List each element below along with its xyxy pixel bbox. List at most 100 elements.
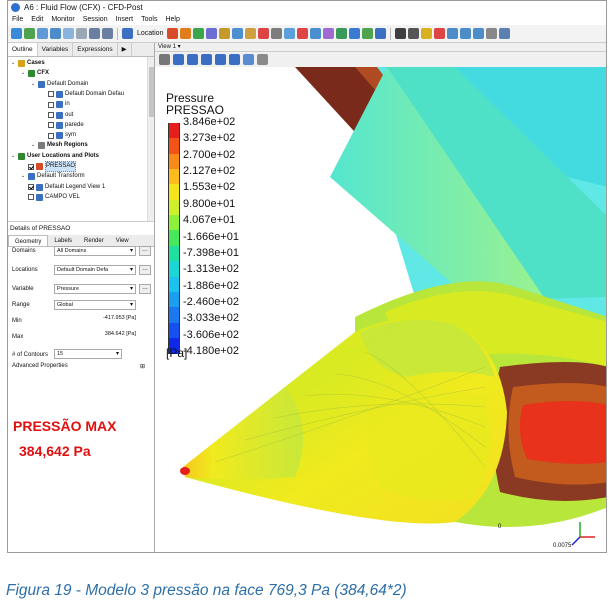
tree-scrollbar[interactable] — [147, 57, 154, 221]
menu-help[interactable]: Help — [165, 14, 179, 25]
streamline-icon[interactable] — [193, 28, 205, 39]
text-icon[interactable] — [232, 28, 244, 39]
variable-icon[interactable] — [310, 28, 322, 39]
contour-icon[interactable] — [180, 28, 192, 39]
expand-arrow-icon[interactable]: ⌄ — [31, 141, 36, 150]
quantitative-icon[interactable] — [447, 28, 459, 39]
tree-item[interactable]: ⌄ User Locations and Plots — [11, 152, 99, 161]
tree-item[interactable]: out — [41, 111, 73, 120]
instance-transform-icon[interactable] — [271, 28, 283, 39]
visibility-checkbox[interactable] — [28, 184, 34, 191]
fit-view-icon[interactable] — [229, 54, 240, 65]
location-menu[interactable]: Location — [137, 30, 163, 37]
sync-view-icon[interactable] — [257, 54, 268, 65]
range-select[interactable]: Global — [54, 300, 136, 310]
visibility-checkbox[interactable] — [48, 91, 54, 98]
advanced-properties[interactable]: Advanced Properties — [12, 363, 68, 369]
variable-browse-button[interactable]: … — [139, 284, 151, 294]
select-icon[interactable] — [159, 54, 170, 65]
location-icon[interactable] — [122, 28, 133, 39]
tab-outline[interactable]: Outline — [8, 43, 38, 56]
print-icon[interactable] — [76, 28, 87, 39]
tab-scroll-right[interactable]: ▶ — [118, 43, 132, 56]
variable-select[interactable]: Pressure — [54, 284, 136, 294]
tree-item[interactable]: ⌄ Default Domain — [31, 80, 88, 89]
menu-monitor[interactable]: Monitor — [51, 14, 74, 25]
tree-item[interactable]: ⌄ CFX — [21, 69, 49, 78]
expand-arrow-icon[interactable]: ⌄ — [21, 172, 26, 181]
color-map-icon[interactable] — [297, 28, 309, 39]
animation-icon[interactable] — [460, 28, 472, 39]
tree-item[interactable]: Default Domain Defau — [41, 90, 124, 99]
macro-calculator-icon[interactable] — [408, 28, 420, 39]
tab-view[interactable]: View — [110, 235, 135, 246]
tab-labels[interactable]: Labels — [48, 235, 78, 246]
tree-item[interactable]: ⌄ Default Transform — [21, 172, 85, 181]
volume-rendering-icon[interactable] — [219, 28, 231, 39]
expression-icon[interactable] — [323, 28, 335, 39]
save-state-icon[interactable] — [50, 28, 61, 39]
locations-select[interactable]: Default Domain Defa — [54, 265, 136, 275]
tree-item[interactable]: in — [41, 100, 70, 109]
table-icon[interactable] — [336, 28, 348, 39]
tree-item[interactable]: sym — [41, 131, 76, 140]
figure-icon[interactable] — [375, 28, 387, 39]
viewer-icon[interactable] — [499, 28, 511, 39]
timestep-icon[interactable] — [473, 28, 485, 39]
new-state-icon[interactable] — [11, 28, 22, 39]
expand-arrow-icon[interactable]: ⌄ — [31, 80, 36, 89]
domains-browse-button[interactable]: … — [139, 246, 151, 256]
function-calculator-icon[interactable] — [395, 28, 407, 39]
coordinate-frame-icon[interactable] — [245, 28, 257, 39]
contours-spinbox[interactable]: 15 — [54, 349, 122, 359]
pan-icon[interactable] — [187, 54, 198, 65]
redo-icon[interactable] — [102, 28, 113, 39]
mesh-calculator-icon[interactable] — [421, 28, 433, 39]
expand-icon[interactable]: ⊞ — [140, 363, 145, 370]
chart-icon[interactable] — [349, 28, 361, 39]
tree-item[interactable]: ⌄ Cases — [11, 59, 45, 68]
domains-select[interactable]: All Domains — [54, 246, 136, 256]
menu-insert[interactable]: Insert — [116, 14, 134, 25]
locations-browse-button[interactable]: … — [139, 265, 151, 275]
viewer[interactable]: View 1 ▾ Pressure PRESSAO 3.846e+02 3.273e+… — [155, 43, 606, 552]
clip-plane-icon[interactable] — [284, 28, 296, 39]
expand-arrow-icon[interactable]: ⌄ — [21, 69, 26, 78]
tree-item[interactable]: parede — [41, 121, 84, 130]
visibility-checkbox[interactable] — [48, 112, 54, 118]
view-selector[interactable]: View 1 ▾ — [155, 43, 606, 52]
tab-expressions[interactable]: Expressions — [73, 43, 118, 56]
visibility-checkbox[interactable] — [48, 132, 54, 139]
legend-icon[interactable] — [258, 28, 270, 39]
case-comparison-icon[interactable] — [434, 28, 446, 39]
visibility-checkbox[interactable] — [28, 194, 34, 201]
tree-item[interactable]: PRESSAO — [21, 161, 77, 172]
tab-variables[interactable]: Variables — [38, 43, 74, 56]
vector-icon[interactable] — [167, 28, 179, 39]
menu-tools[interactable]: Tools — [141, 14, 157, 25]
close-results-icon[interactable] — [37, 28, 48, 39]
menu-session[interactable]: Session — [83, 14, 108, 25]
report-icon[interactable] — [486, 28, 498, 39]
visibility-checkbox[interactable] — [48, 122, 54, 129]
save-picture-icon[interactable] — [63, 28, 74, 39]
rotate-icon[interactable] — [173, 54, 184, 65]
load-results-icon[interactable] — [24, 28, 35, 39]
tree-scrollbar-thumb[interactable] — [149, 67, 154, 117]
visibility-checkbox[interactable] — [48, 101, 54, 108]
particle-track-icon[interactable] — [206, 28, 218, 39]
tree-item[interactable]: CAMPO VEL — [21, 193, 80, 202]
zoom-box-icon[interactable] — [215, 54, 226, 65]
expand-arrow-icon[interactable]: ⌄ — [11, 59, 16, 68]
tab-geometry[interactable]: Geometry — [8, 235, 49, 246]
undo-icon[interactable] — [89, 28, 100, 39]
tree-item[interactable]: Default Legend View 1 — [21, 183, 105, 192]
zoom-icon[interactable] — [201, 54, 212, 65]
comment-icon[interactable] — [362, 28, 374, 39]
menu-edit[interactable]: Edit — [31, 14, 43, 25]
menu-file[interactable]: File — [12, 14, 23, 25]
tab-render[interactable]: Render — [78, 235, 110, 246]
visibility-checkbox[interactable] — [28, 163, 34, 170]
expand-arrow-icon[interactable]: ⌄ — [11, 152, 16, 161]
tree-item[interactable]: ⌄ Mesh Regions — [31, 141, 88, 150]
